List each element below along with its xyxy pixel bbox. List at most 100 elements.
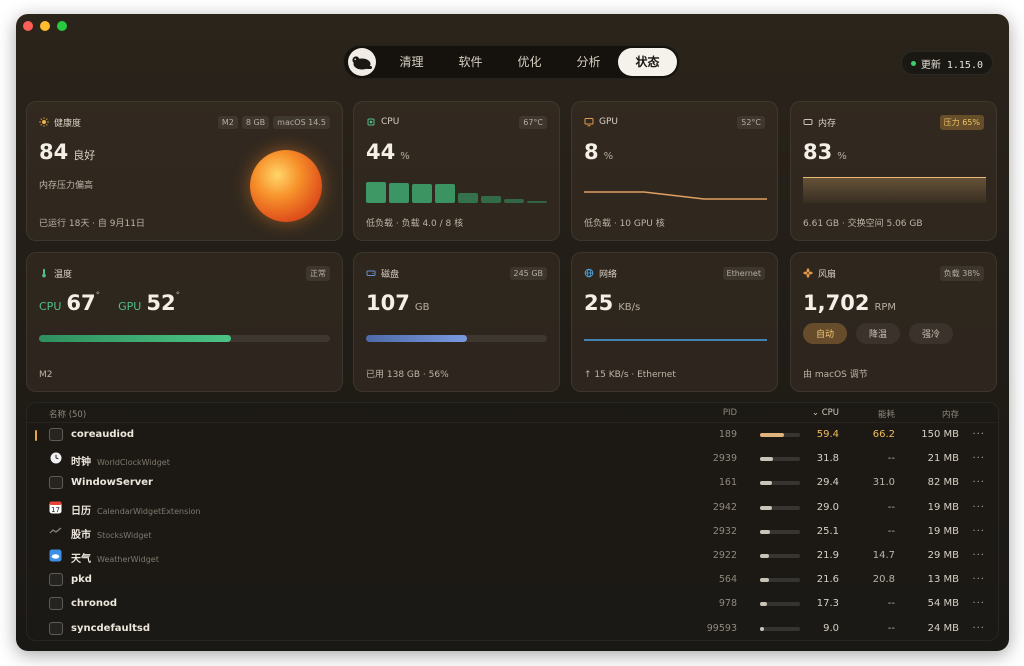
more-options-button[interactable]: ··· bbox=[972, 574, 985, 585]
process-cpu: 17.3 bbox=[816, 598, 839, 610]
temp-cpu-label: CPU bbox=[39, 300, 62, 313]
globe-icon bbox=[584, 268, 594, 278]
terminal-icon bbox=[49, 428, 63, 441]
temp-cpu-degree: ° bbox=[95, 291, 101, 301]
process-cpu-bar bbox=[760, 457, 800, 462]
cpu-temp-badge: 67°C bbox=[519, 115, 547, 129]
process-row[interactable]: pkd 564 21.6 20.8 13 MB ··· bbox=[27, 568, 998, 592]
process-energy: -- bbox=[887, 453, 895, 465]
clock-icon bbox=[49, 452, 63, 465]
main-nav: 清理 软件 优化 分析 状态 bbox=[343, 45, 680, 79]
gpu-title: GPU bbox=[599, 117, 618, 127]
process-name: syncdefaultsd bbox=[71, 622, 150, 634]
process-cpu-bar-fill bbox=[760, 578, 769, 583]
gpu-usage-unit: % bbox=[603, 151, 614, 162]
network-speed-unit: KB/s bbox=[618, 302, 641, 313]
more-options-button[interactable]: ··· bbox=[972, 502, 985, 513]
memory-title: 内存 bbox=[818, 118, 837, 129]
col-pid-header[interactable]: PID bbox=[723, 408, 737, 418]
memory-icon bbox=[803, 119, 813, 125]
more-options-button[interactable]: ··· bbox=[972, 453, 985, 464]
svg-text:17: 17 bbox=[51, 506, 60, 514]
process-row[interactable]: 天气 WeatherWidget 2922 21.9 14.7 29 MB ··· bbox=[27, 544, 998, 568]
minimize-window-button[interactable] bbox=[40, 21, 50, 31]
zoom-window-button[interactable] bbox=[57, 21, 67, 31]
update-label: 更新 1.15.0 bbox=[920, 59, 983, 71]
more-options-button[interactable]: ··· bbox=[972, 526, 985, 537]
process-row[interactable]: 股市 StocksWidget 2932 25.1 -- 19 MB ··· bbox=[27, 520, 998, 544]
health-title: 健康度 bbox=[54, 118, 82, 129]
temp-cpu-value: 67 bbox=[66, 291, 96, 315]
tab-analyze[interactable]: 分析 bbox=[559, 48, 618, 76]
process-cpu-bar-fill bbox=[760, 553, 769, 558]
process-name: 股市 StocksWidget bbox=[71, 529, 152, 541]
process-cpu-bar bbox=[760, 481, 800, 486]
process-bundle: CalendarWidgetExtension bbox=[97, 506, 201, 516]
fan-mode-cool-button[interactable]: 降温 bbox=[856, 323, 901, 344]
process-name: coreaudiod bbox=[71, 429, 134, 440]
update-button[interactable]: 更新 1.15.0 bbox=[900, 51, 993, 75]
more-options-button[interactable]: ··· bbox=[972, 477, 985, 488]
health-score: 84 bbox=[39, 140, 69, 164]
tab-software[interactable]: 软件 bbox=[441, 48, 500, 76]
process-pid: 189 bbox=[718, 429, 737, 440]
process-row[interactable]: chronod 978 17.3 -- 54 MB ··· bbox=[27, 592, 998, 616]
process-row[interactable]: syncdefaultsd 99593 9.0 -- 24 MB ··· bbox=[27, 617, 998, 641]
more-options-button[interactable]: ··· bbox=[972, 550, 985, 561]
col-cpu-header[interactable]: ⌄ CPU bbox=[812, 408, 839, 418]
process-row[interactable]: coreaudiod 189 59.4 66.2 150 MB ··· bbox=[27, 423, 998, 447]
cpu-core-bar bbox=[527, 201, 547, 203]
process-pid: 564 bbox=[718, 574, 737, 586]
fan-card: 风扇 负载 38% 1,702 RPM 自动 降温 强冷 由 macOS 调节 bbox=[790, 252, 997, 392]
process-cpu: 25.1 bbox=[816, 525, 839, 537]
cpu-usage-value: 44 bbox=[366, 140, 396, 164]
disk-usage-bar bbox=[366, 335, 547, 342]
process-cpu-bar bbox=[760, 578, 800, 583]
process-pid: 161 bbox=[718, 477, 737, 489]
tab-optimize[interactable]: 优化 bbox=[500, 48, 559, 76]
more-options-button[interactable]: ··· bbox=[972, 598, 985, 609]
os-badge: macOS 14.5 bbox=[273, 115, 330, 129]
process-bundle: WorldClockWidget bbox=[97, 458, 170, 468]
temperature-title: 温度 bbox=[54, 269, 73, 280]
tab-status[interactable]: 状态 bbox=[618, 48, 677, 76]
gpu-usage-sparkline bbox=[584, 191, 767, 200]
process-row[interactable]: 17 日历 CalendarWidgetExtension 2942 29.0 -- 19 … bbox=[27, 496, 998, 520]
tab-clean[interactable]: 清理 bbox=[382, 48, 441, 76]
col-name-header[interactable]: 名称 (50) bbox=[49, 408, 86, 420]
close-window-button[interactable] bbox=[23, 21, 33, 31]
process-energy: -- bbox=[887, 598, 895, 610]
process-row[interactable]: 时钟 WorldClockWidget 2939 31.8 -- 21 MB ··· bbox=[27, 447, 998, 471]
cpu-core-bar bbox=[435, 184, 455, 203]
process-cpu-bar-fill bbox=[760, 626, 764, 631]
fan-mode-group: 自动 降温 强冷 bbox=[803, 323, 984, 344]
cpu-core-bars bbox=[366, 181, 549, 203]
disk-card: 磁盘 245 GB 107 GB 已用 138 GB · 56% bbox=[353, 252, 560, 392]
process-name: 天气 WeatherWidget bbox=[71, 553, 159, 565]
more-options-button[interactable]: ··· bbox=[972, 623, 985, 634]
process-pid: 2932 bbox=[712, 525, 737, 537]
gpu-load-label: 低负载 · 10 GPU 核 bbox=[584, 219, 665, 229]
fan-mode-max-button[interactable]: 强冷 bbox=[909, 323, 954, 344]
cpu-core-bar bbox=[481, 196, 501, 203]
process-memory: 21 MB bbox=[927, 453, 959, 465]
col-energy-header[interactable]: 能耗 bbox=[878, 408, 895, 420]
disk-usage-bar-fill bbox=[366, 335, 468, 342]
network-upload-label: ↑ 15 KB/s · Ethernet bbox=[584, 370, 676, 380]
fan-mode-auto-button[interactable]: 自动 bbox=[803, 323, 848, 344]
memory-card: 内存 压力 65% 83 % 6.61 GB · 交换空间 5.06 GB bbox=[790, 101, 997, 241]
cpu-core-bar bbox=[389, 183, 409, 203]
process-row[interactable]: WindowServer 161 29.4 31.0 82 MB ··· bbox=[27, 471, 998, 495]
fan-speed-value: 1,702 bbox=[803, 291, 870, 315]
process-cpu-bar-fill bbox=[760, 529, 770, 534]
disk-icon bbox=[366, 270, 376, 276]
col-memory-header[interactable]: 内存 bbox=[942, 408, 959, 420]
cpu-usage-unit: % bbox=[400, 151, 410, 162]
app-logo-icon[interactable] bbox=[348, 48, 376, 76]
cpu-load-label: 低负载 · 负载 4.0 / 8 核 bbox=[366, 219, 464, 229]
temperature-status-badge: 正常 bbox=[306, 265, 330, 281]
more-options-button[interactable]: ··· bbox=[972, 429, 985, 440]
selected-indicator bbox=[35, 430, 37, 441]
process-memory: 54 MB bbox=[927, 598, 959, 610]
process-memory: 19 MB bbox=[927, 525, 959, 537]
